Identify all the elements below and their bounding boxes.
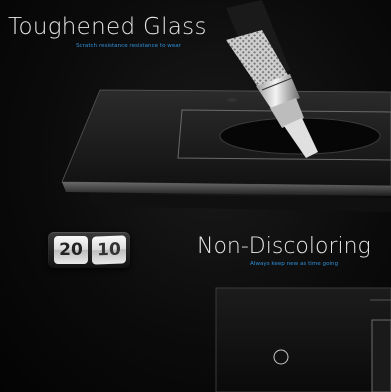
- touch-switch-panel: [215, 287, 391, 392]
- product-feature-page: Toughened Glass Scratch resistance resis…: [0, 0, 391, 392]
- headline-non-discoloring: Non-Discoloring: [197, 234, 371, 259]
- clock-hours: 20: [54, 236, 88, 264]
- subtitle-non-discoloring: Always keep new as time going: [250, 261, 339, 267]
- glass-switch-plate: [61, 89, 391, 212]
- illustration-layer: [61, 0, 391, 392]
- clock-minutes: 10: [92, 235, 126, 265]
- flip-clock-icon: 20 : 10: [48, 232, 130, 268]
- headline-toughened-glass: Toughened Glass: [8, 14, 207, 40]
- subtitle-toughened-glass: Scratch resistance resistance to wear: [76, 43, 182, 49]
